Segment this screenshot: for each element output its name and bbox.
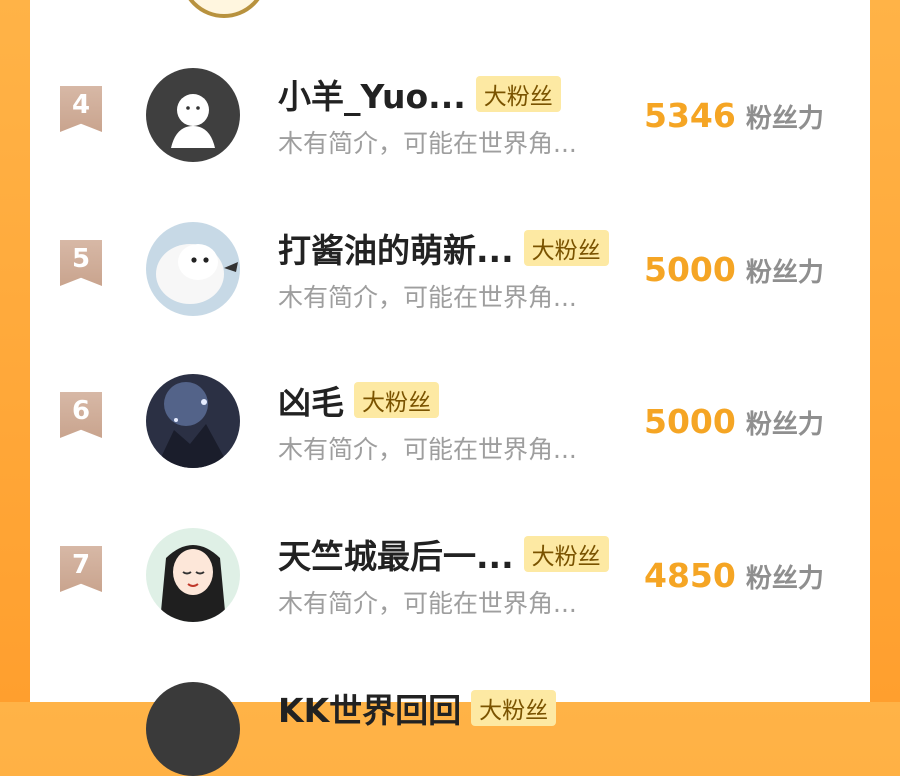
user-name[interactable]: 小羊_Yuo... [278, 70, 466, 118]
rank-flag-icon: 4 [60, 86, 102, 132]
rank-flag-icon: 6 [60, 392, 102, 438]
user-bio: 木有简介，可能在世界角... [278, 283, 577, 312]
user-bio: 木有简介，可能在世界角... [278, 129, 577, 158]
leaderboard-row[interactable]: 4 小羊_Yuo... 大粉丝 木有简介，可能在世界角... 5346 粉丝力 [30, 46, 870, 162]
score-value: 5346 [644, 96, 736, 135]
fan-badge: 大粉丝 [523, 230, 609, 266]
dark-avatar-icon [146, 682, 240, 776]
avatar-rank-3-partial[interactable] [180, 0, 268, 18]
fan-score: 5346 粉丝力 [644, 96, 824, 135]
score-label: 粉丝力 [745, 410, 824, 440]
ghost-avatar-icon [146, 68, 240, 162]
anime-girl-avatar-icon [146, 528, 240, 622]
user-name[interactable]: 打酱油的萌新... [278, 224, 514, 272]
leaderboard-row[interactable]: 7 天竺城最后一... 大粉丝 木有简介，可能在世界角... 4850 粉丝力 [30, 506, 870, 622]
user-name[interactable]: 天竺城最后一... [278, 530, 514, 578]
fan-badge: 大粉丝 [471, 690, 557, 726]
leaderboard-row[interactable]: 6 凶毛 大粉丝 木有简介，可能在世界角... 5000 粉丝力 [30, 352, 870, 468]
user-bio: 木有简介，可能在世界角... [278, 589, 577, 618]
fan-badge: 大粉丝 [354, 382, 439, 418]
score-value: 5000 [644, 402, 736, 441]
score-value: 4850 [644, 556, 736, 595]
rank-flag-icon: 7 [60, 546, 102, 592]
user-bio: 木有简介，可能在世界角... [278, 435, 577, 464]
score-label: 粉丝力 [745, 564, 824, 594]
leaderboard-row[interactable]: 5 打酱油的萌新... 大粉丝 木有简介，可能在世界角... 5000 粉丝力 [30, 200, 870, 316]
avatar[interactable] [146, 682, 240, 776]
user-name[interactable]: 凶毛 [278, 376, 344, 424]
user-name[interactable]: KK世界回回 [278, 684, 461, 732]
fan-badge: 大粉丝 [475, 76, 561, 112]
avatar[interactable] [146, 68, 240, 162]
score-label: 粉丝力 [745, 104, 824, 134]
leaderboard-panel: 4 小羊_Yuo... 大粉丝 木有简介，可能在世界角... 5346 粉丝力 … [30, 0, 870, 776]
avatar[interactable] [146, 222, 240, 316]
fan-score: 4850 粉丝力 [644, 556, 824, 595]
avatar[interactable] [146, 374, 240, 468]
bird-avatar-icon [146, 222, 240, 316]
avatar[interactable] [146, 528, 240, 622]
score-value: 5000 [644, 250, 736, 289]
score-label: 粉丝力 [745, 258, 824, 288]
rank-flag-icon: 5 [60, 240, 102, 286]
fan-badge: 大粉丝 [523, 536, 609, 572]
fan-score: 5000 粉丝力 [644, 402, 824, 441]
leaderboard-row[interactable]: KK世界回回 大粉丝 [30, 660, 870, 776]
fan-score: 5000 粉丝力 [644, 250, 824, 289]
night-scene-avatar-icon [146, 374, 240, 468]
